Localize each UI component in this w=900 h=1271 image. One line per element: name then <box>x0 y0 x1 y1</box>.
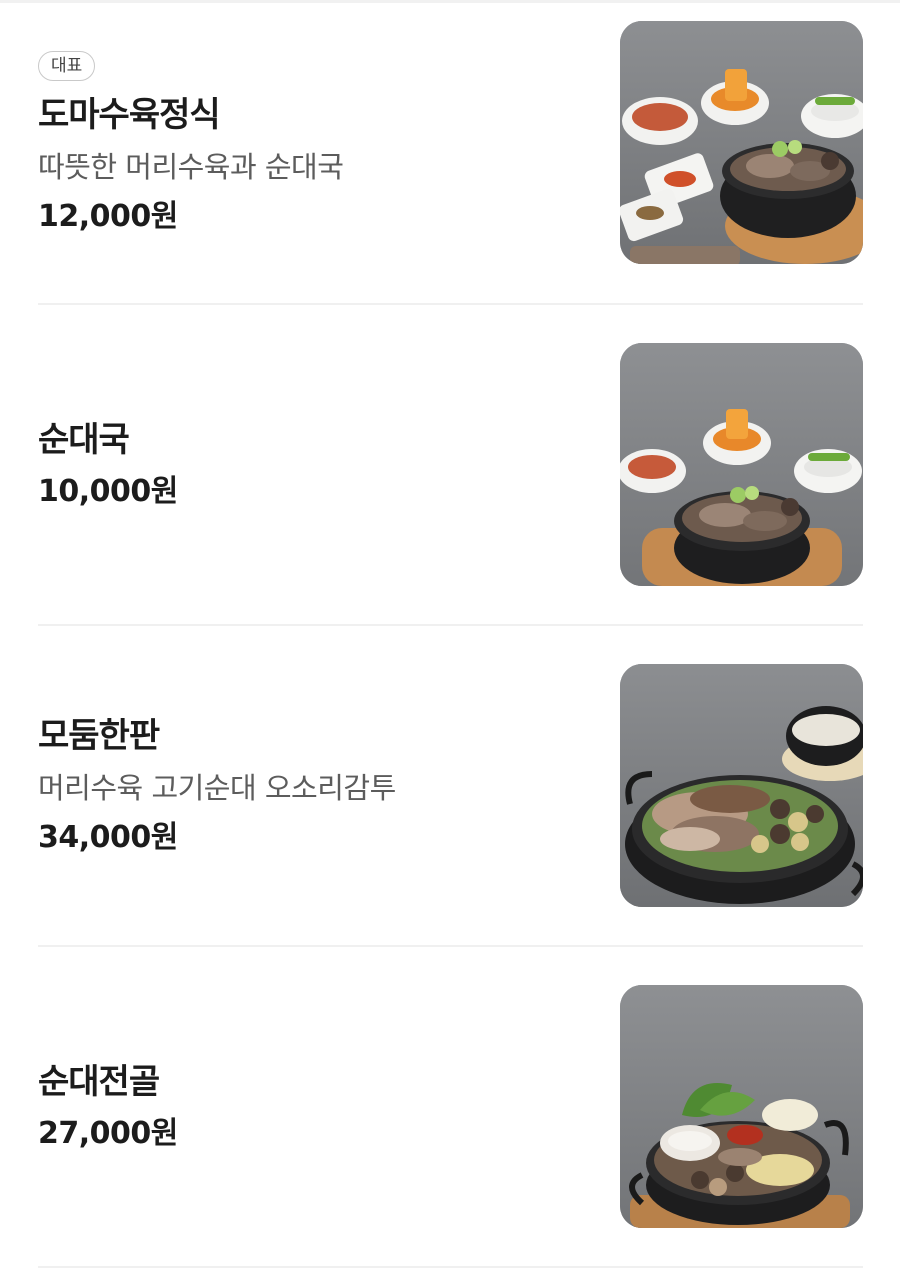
menu-item-photo[interactable] <box>620 21 863 264</box>
menu-item-modum-hanpan[interactable]: 모둠한판 머리수육 고기순대 오소리감투 34,000원 <box>38 664 863 908</box>
suyuk-set-photo-icon <box>620 21 863 264</box>
menu-item-price: 12,000원 <box>38 198 178 234</box>
menu-divider <box>38 303 863 305</box>
menu-divider <box>38 1266 863 1268</box>
menu-item-photo[interactable] <box>620 985 863 1228</box>
menu-item-info: 대표 도마수육정식 따뜻한 머리수육과 순대국 12,000원 <box>38 21 598 265</box>
hotpot-photo-icon <box>620 985 863 1228</box>
menu-item-name: 모둠한판 <box>38 716 160 757</box>
menu-item-price: 10,000원 <box>38 474 178 510</box>
menu-item-info: 순대국 10,000원 <box>38 343 598 587</box>
platter-photo-icon <box>620 664 863 907</box>
menu-item-price: 27,000원 <box>38 1116 178 1152</box>
top-border <box>0 0 900 3</box>
sundaeguk-photo-icon <box>620 343 863 586</box>
menu-divider <box>38 624 863 626</box>
menu-item-description: 따뜻한 머리수육과 순대국 <box>38 150 344 184</box>
signature-badge: 대표 <box>38 51 96 82</box>
menu-item-sundae-jeongol[interactable]: 순대전골 27,000원 <box>38 985 863 1229</box>
menu-item-info: 순대전골 27,000원 <box>38 985 598 1229</box>
menu-item-photo[interactable] <box>620 343 863 586</box>
menu-item-name: 도마수육정식 <box>38 95 221 136</box>
menu-item-price: 34,000원 <box>38 819 178 855</box>
menu-item-photo[interactable] <box>620 664 863 907</box>
menu-item-description: 머리수육 고기순대 오소리감투 <box>38 771 396 805</box>
menu-item-sundaeguk[interactable]: 순대국 10,000원 <box>38 343 863 587</box>
menu-divider <box>38 945 863 947</box>
menu-item-info: 모둠한판 머리수육 고기순대 오소리감투 34,000원 <box>38 664 598 908</box>
menu-item-name: 순대국 <box>38 419 130 460</box>
menu-item-domasuyuk-set[interactable]: 대표 도마수육정식 따뜻한 머리수육과 순대국 12,000원 <box>38 21 863 265</box>
menu-item-name: 순대전골 <box>38 1061 160 1102</box>
